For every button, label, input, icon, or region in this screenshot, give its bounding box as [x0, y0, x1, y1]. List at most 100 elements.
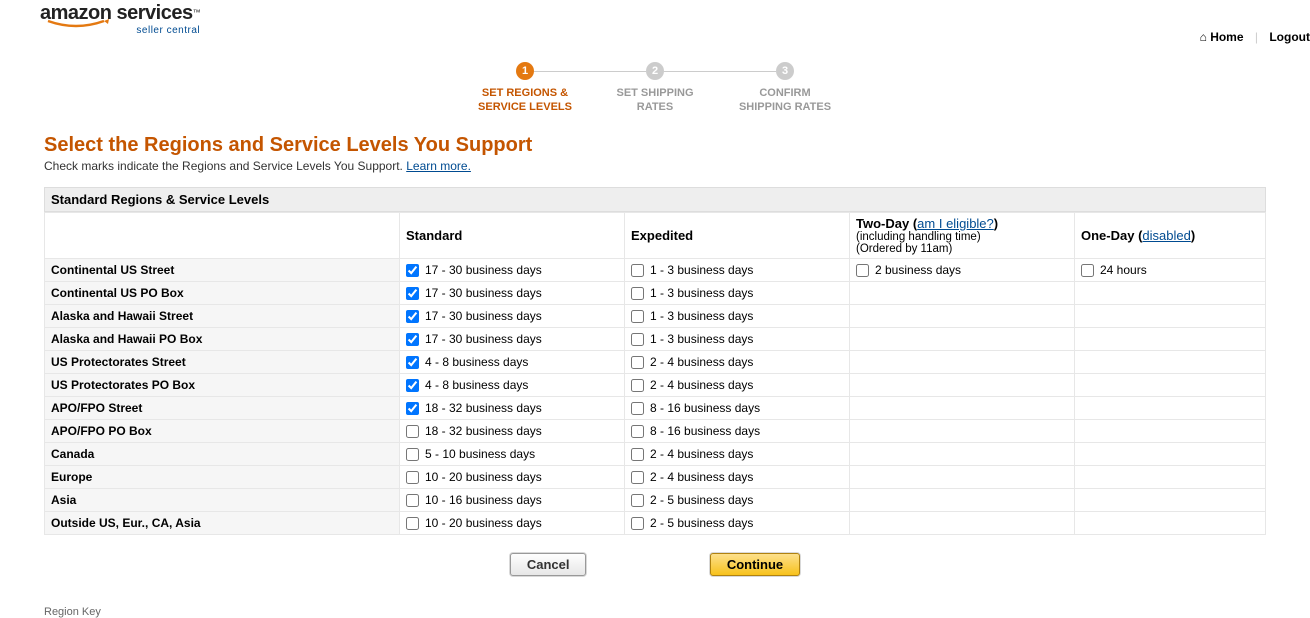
cell-text: 4 - 8 business days	[425, 378, 528, 392]
cell: 2 - 4 business days	[625, 351, 850, 374]
cell: 2 - 4 business days	[625, 443, 850, 466]
shipping-checkbox[interactable]	[631, 425, 644, 438]
step-label: CONFIRMSHIPPING RATES	[720, 86, 850, 114]
cell: 4 - 8 business days	[400, 374, 625, 397]
cell-text: 2 - 4 business days	[650, 378, 753, 392]
cancel-button[interactable]: Cancel	[510, 553, 587, 576]
shipping-checkbox[interactable]	[406, 379, 419, 392]
shipping-checkbox[interactable]	[406, 425, 419, 438]
cell-empty	[1075, 397, 1266, 420]
row-header: US Protectorates Street	[45, 351, 400, 374]
th-oneday: One-Day (disabled)	[1075, 213, 1266, 259]
cell: 2 - 4 business days	[625, 374, 850, 397]
page-title: Select the Regions and Service Levels Yo…	[44, 134, 1266, 157]
cell: 4 - 8 business days	[400, 351, 625, 374]
nav-separator: |	[1255, 30, 1258, 44]
shipping-checkbox[interactable]	[406, 517, 419, 530]
th-region	[45, 213, 400, 259]
step-circle: 1	[516, 62, 534, 80]
table-row: Continental US PO Box17 - 30 business da…	[45, 282, 1266, 305]
shipping-checkbox[interactable]	[631, 310, 644, 323]
cell-empty	[850, 397, 1075, 420]
home-label: Home	[1210, 30, 1243, 44]
row-header: US Protectorates PO Box	[45, 374, 400, 397]
cell-empty	[1075, 305, 1266, 328]
shipping-checkbox[interactable]	[631, 402, 644, 415]
cell-empty	[1075, 351, 1266, 374]
th-expedited: Expedited	[625, 213, 850, 259]
subtitle-text: Check marks indicate the Regions and Ser…	[44, 159, 406, 173]
shipping-table: Standard Expedited Two-Day (am I eligibl…	[44, 212, 1266, 535]
row-header: Continental US Street	[45, 259, 400, 282]
table-row: Outside US, Eur., CA, Asia 10 - 20 busine…	[45, 512, 1266, 535]
row-header: Canada	[45, 443, 400, 466]
shipping-checkbox[interactable]	[856, 264, 869, 277]
cell-text: 8 - 16 business days	[650, 401, 760, 415]
cell-text: 10 - 20 business days	[425, 470, 542, 484]
shipping-checkbox[interactable]	[631, 448, 644, 461]
shipping-checkbox[interactable]	[406, 471, 419, 484]
region-key-label: Region Key	[44, 606, 1310, 618]
logo-subtext: seller central	[40, 25, 200, 36]
step-2: 2 SET SHIPPINGRATES	[590, 62, 720, 114]
home-link[interactable]: ⌂ Home	[1200, 30, 1244, 44]
cell-text: 1 - 3 business days	[650, 309, 753, 323]
logout-link[interactable]: Logout	[1269, 30, 1310, 44]
two-day-eligible-link[interactable]: am I eligible?	[917, 216, 994, 231]
cell-text: 17 - 30 business days	[425, 263, 542, 277]
row-header: Asia	[45, 489, 400, 512]
cell-text: 17 - 30 business days	[425, 332, 542, 346]
th-twoday-sub2: (Ordered by 11am)	[856, 243, 1068, 255]
shipping-checkbox[interactable]	[631, 517, 644, 530]
table-row: US Protectorates PO Box 4 - 8 business da…	[45, 374, 1266, 397]
row-header: Alaska and Hawaii Street	[45, 305, 400, 328]
shipping-checkbox[interactable]	[406, 356, 419, 369]
shipping-checkbox[interactable]	[631, 471, 644, 484]
cell: 2 - 5 business days	[625, 512, 850, 535]
table-row: APO/FPO PO Box18 - 32 business days8 - 1…	[45, 420, 1266, 443]
cell-text: 17 - 30 business days	[425, 309, 542, 323]
cell-text: 1 - 3 business days	[650, 332, 753, 346]
one-day-disabled-link[interactable]: disabled	[1142, 228, 1190, 243]
cell: 5 - 10 business days	[400, 443, 625, 466]
shipping-checkbox[interactable]	[1081, 264, 1094, 277]
cell-text: 1 - 3 business days	[650, 286, 753, 300]
step-label: SET SHIPPINGRATES	[590, 86, 720, 114]
shipping-checkbox[interactable]	[406, 264, 419, 277]
section-header: Standard Regions & Service Levels	[44, 187, 1266, 212]
cell-empty	[850, 466, 1075, 489]
cell-empty	[850, 443, 1075, 466]
shipping-checkbox[interactable]	[631, 264, 644, 277]
cell: 17 - 30 business days	[400, 259, 625, 282]
row-header: Continental US PO Box	[45, 282, 400, 305]
shipping-checkbox[interactable]	[406, 333, 419, 346]
cell-empty	[1075, 420, 1266, 443]
row-header: Europe	[45, 466, 400, 489]
cell: 18 - 32 business days	[400, 420, 625, 443]
shipping-checkbox[interactable]	[631, 287, 644, 300]
th-twoday-sub1: (including handling time)	[856, 231, 1068, 243]
cell-text: 2 - 4 business days	[650, 355, 753, 369]
shipping-checkbox[interactable]	[406, 494, 419, 507]
step-circle: 3	[776, 62, 794, 80]
page-subtitle: Check marks indicate the Regions and Ser…	[44, 159, 1266, 173]
step-circle: 2	[646, 62, 664, 80]
shipping-checkbox[interactable]	[631, 379, 644, 392]
cell-empty	[1075, 282, 1266, 305]
shipping-checkbox[interactable]	[631, 356, 644, 369]
continue-button[interactable]: Continue	[710, 553, 800, 576]
cell: 10 - 20 business days	[400, 512, 625, 535]
cell-text: 10 - 20 business days	[425, 516, 542, 530]
cell-empty	[1075, 374, 1266, 397]
shipping-checkbox[interactable]	[631, 333, 644, 346]
row-header: Outside US, Eur., CA, Asia	[45, 512, 400, 535]
shipping-checkbox[interactable]	[406, 310, 419, 323]
cell-empty	[1075, 512, 1266, 535]
cell: 10 - 20 business days	[400, 466, 625, 489]
shipping-checkbox[interactable]	[406, 402, 419, 415]
learn-more-link[interactable]: Learn more.	[406, 159, 471, 173]
shipping-checkbox[interactable]	[406, 448, 419, 461]
shipping-checkbox[interactable]	[631, 494, 644, 507]
cell-text: 2 business days	[875, 263, 961, 277]
shipping-checkbox[interactable]	[406, 287, 419, 300]
